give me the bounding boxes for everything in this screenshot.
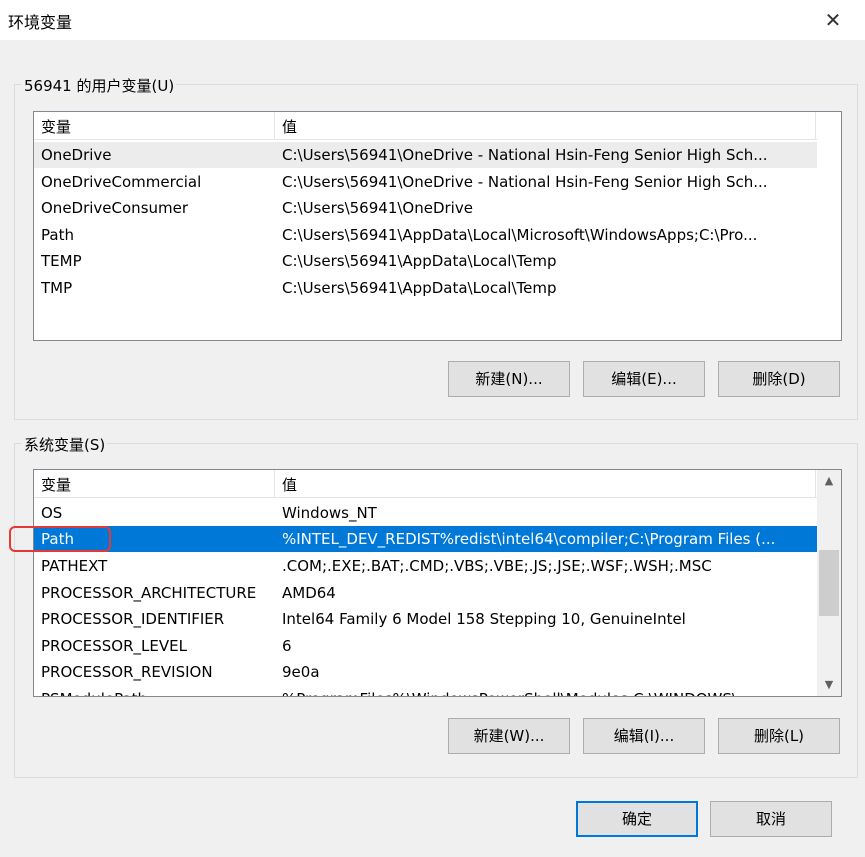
table-row-selected[interactable]: Path %INTEL_DEV_REDIST%redist\intel64\co… <box>34 526 817 552</box>
table-row[interactable]: PROCESSOR_LEVEL 6 <box>34 633 817 659</box>
variable-value: C:\Users\56941\AppData\Local\Temp <box>282 279 557 297</box>
list-header: 变量 值 <box>34 112 817 140</box>
scrollbar-thumb[interactable] <box>819 550 839 616</box>
table-row[interactable]: PATHEXT .COM;.EXE;.BAT;.CMD;.VBS;.VBE;.J… <box>34 553 817 579</box>
column-header-variable[interactable]: 变量 <box>41 474 71 495</box>
column-divider[interactable] <box>274 470 275 497</box>
table-row[interactable]: TEMP C:\Users\56941\AppData\Local\Temp <box>34 248 817 274</box>
variable-value: Intel64 Family 6 Model 158 Stepping 10, … <box>282 610 686 628</box>
variable-value: C:\Users\56941\AppData\Local\Microsoft\W… <box>282 226 758 244</box>
vertical-scrollbar[interactable]: ▲ ▼ <box>817 470 841 696</box>
variable-value: %ProgramFiles%\WindowsPowerShell\Modules… <box>282 686 751 696</box>
variable-value: C:\Users\56941\OneDrive - National Hsin-… <box>282 173 768 191</box>
table-row[interactable]: OneDriveConsumer C:\Users\56941\OneDrive <box>34 195 817 221</box>
variable-name: OneDrive <box>41 146 112 164</box>
variable-name: PROCESSOR_IDENTIFIER <box>41 610 225 628</box>
system-delete-button[interactable]: 删除(L) <box>718 718 840 754</box>
user-delete-button[interactable]: 删除(D) <box>718 361 840 397</box>
variable-name: OneDriveCommercial <box>41 173 202 191</box>
column-header-value[interactable]: 值 <box>282 474 297 495</box>
variable-value: .COM;.EXE;.BAT;.CMD;.VBS;.VBE;.JS;.JSE;.… <box>282 557 712 575</box>
title-bar: 环境变量 ✕ <box>0 0 865 40</box>
table-row[interactable]: OneDrive C:\Users\56941\OneDrive - Natio… <box>34 142 817 168</box>
variable-value: C:\Users\56941\AppData\Local\Temp <box>282 252 557 270</box>
variable-name: TMP <box>41 279 73 297</box>
system-new-button[interactable]: 新建(W)... <box>448 718 570 754</box>
variable-name: OneDriveConsumer <box>41 199 189 217</box>
table-row[interactable]: PROCESSOR_ARCHITECTURE AMD64 <box>34 580 817 606</box>
scroll-up-icon[interactable]: ▲ <box>817 470 841 492</box>
variable-value: C:\Users\56941\OneDrive - National Hsin-… <box>282 146 768 164</box>
table-row[interactable]: OS Windows_NT <box>34 500 817 526</box>
list-header: 变量 值 <box>34 470 817 498</box>
system-variables-label: 系统变量(S) <box>22 434 108 455</box>
variable-value: 9e0a <box>282 663 320 681</box>
variable-name: PROCESSOR_ARCHITECTURE <box>41 584 257 602</box>
table-row[interactable]: PSModulePath %ProgramFiles%\WindowsPower… <box>34 686 817 696</box>
variable-name: TEMP <box>41 252 82 270</box>
column-divider[interactable] <box>815 112 816 139</box>
table-row[interactable]: PROCESSOR_IDENTIFIER Intel64 Family 6 Mo… <box>34 606 817 632</box>
variable-value: 6 <box>282 637 292 655</box>
table-row[interactable]: PROCESSOR_REVISION 9e0a <box>34 659 817 685</box>
column-divider[interactable] <box>815 470 816 497</box>
variable-value: Windows_NT <box>282 504 377 522</box>
cancel-button[interactable]: 取消 <box>710 801 832 837</box>
variable-value: C:\Users\56941\OneDrive <box>282 199 473 217</box>
system-edit-button[interactable]: 编辑(I)... <box>583 718 705 754</box>
column-header-value[interactable]: 值 <box>282 116 297 137</box>
system-variables-list[interactable]: 变量 值 OS Windows_NT Path %INTEL_DEV_REDIS… <box>33 469 842 697</box>
window-title: 环境变量 <box>8 13 73 32</box>
table-row[interactable]: OneDriveCommercial C:\Users\56941\OneDri… <box>34 169 817 195</box>
variable-name: OS <box>41 504 63 522</box>
table-row[interactable]: TMP C:\Users\56941\AppData\Local\Temp <box>34 275 817 301</box>
variable-value: AMD64 <box>282 584 336 602</box>
ok-button[interactable]: 确定 <box>576 801 698 837</box>
variable-name: PATHEXT <box>41 557 108 575</box>
variable-name: PSModulePath <box>41 686 147 696</box>
column-divider[interactable] <box>274 112 275 139</box>
user-edit-button[interactable]: 编辑(E)... <box>583 361 705 397</box>
user-variables-label: 56941 的用户变量(U) <box>22 75 177 96</box>
variable-name: Path <box>41 226 74 244</box>
column-header-variable[interactable]: 变量 <box>41 116 71 137</box>
close-icon[interactable]: ✕ <box>819 6 847 34</box>
scroll-down-icon[interactable]: ▼ <box>817 674 841 696</box>
user-new-button[interactable]: 新建(N)... <box>448 361 570 397</box>
variable-name: PROCESSOR_LEVEL <box>41 637 187 655</box>
user-variables-list[interactable]: 变量 值 OneDrive C:\Users\56941\OneDrive - … <box>33 111 842 341</box>
annotation-highlight <box>9 526 111 552</box>
table-row[interactable]: Path C:\Users\56941\AppData\Local\Micros… <box>34 222 817 248</box>
variable-name: PROCESSOR_REVISION <box>41 663 213 681</box>
variable-value: %INTEL_DEV_REDIST%redist\intel64\compile… <box>282 530 776 548</box>
